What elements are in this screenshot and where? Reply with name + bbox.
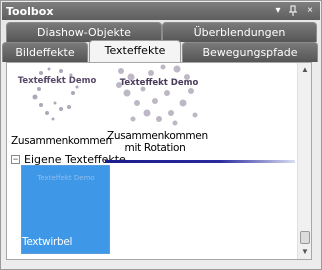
scroll-thumb[interactable] <box>300 231 310 244</box>
pin-icon[interactable] <box>287 5 299 17</box>
effect-thumbnail: Texteffekt Demo <box>116 64 199 126</box>
tab-bildeffekte[interactable]: Bildeffekte <box>2 42 88 62</box>
thumb-text: Texteffekt Demo <box>36 174 94 182</box>
tab-ueberblendungen[interactable]: Überblendungen <box>162 22 317 42</box>
effect-item-textwirbel[interactable]: Texteffekt Demo Textwirbel <box>21 165 110 254</box>
title-bar[interactable]: Toolbox ▾ × <box>2 2 320 20</box>
scroll-down-icon[interactable]: ▼ <box>299 246 311 257</box>
tab-strip: Diashow-Objekte Überblendungen Bildeffek… <box>2 20 320 62</box>
tab-texteffekte[interactable]: Texteffekte <box>89 40 181 62</box>
effect-label: Textwirbel <box>22 236 73 248</box>
tab-diashow-objekte[interactable]: Diashow-Objekte <box>6 22 162 42</box>
close-icon[interactable]: × <box>304 5 316 17</box>
window-title: Toolbox <box>6 5 54 18</box>
collapse-icon[interactable]: − <box>11 155 20 164</box>
thumb-text: Texteffekt Demo <box>120 78 199 88</box>
tab-bewegungspfade[interactable]: Bewegungspfade <box>182 42 318 62</box>
effect-label: Zusammenkommen <box>11 135 112 147</box>
effect-label: Zusammenkommen mit Rotation <box>107 130 208 154</box>
scroll-up-icon[interactable]: ▲ <box>299 64 311 75</box>
toolbox-window: Toolbox ▾ × Diashow-Objekte Überblendung… <box>0 0 322 270</box>
thumb-text: Texteffekt Demo <box>18 76 97 86</box>
effect-thumbnail: Texteffekt Demo <box>18 67 97 121</box>
dropdown-icon[interactable]: ▾ <box>272 5 284 17</box>
section-divider <box>105 160 295 163</box>
effect-thumbnail: Texteffekt Demo <box>36 174 94 182</box>
effects-list[interactable]: Texteffekt Demo Zusammenkommen Texteffek… <box>6 62 312 260</box>
vertical-scrollbar[interactable]: ▲ ▼ <box>297 63 311 259</box>
